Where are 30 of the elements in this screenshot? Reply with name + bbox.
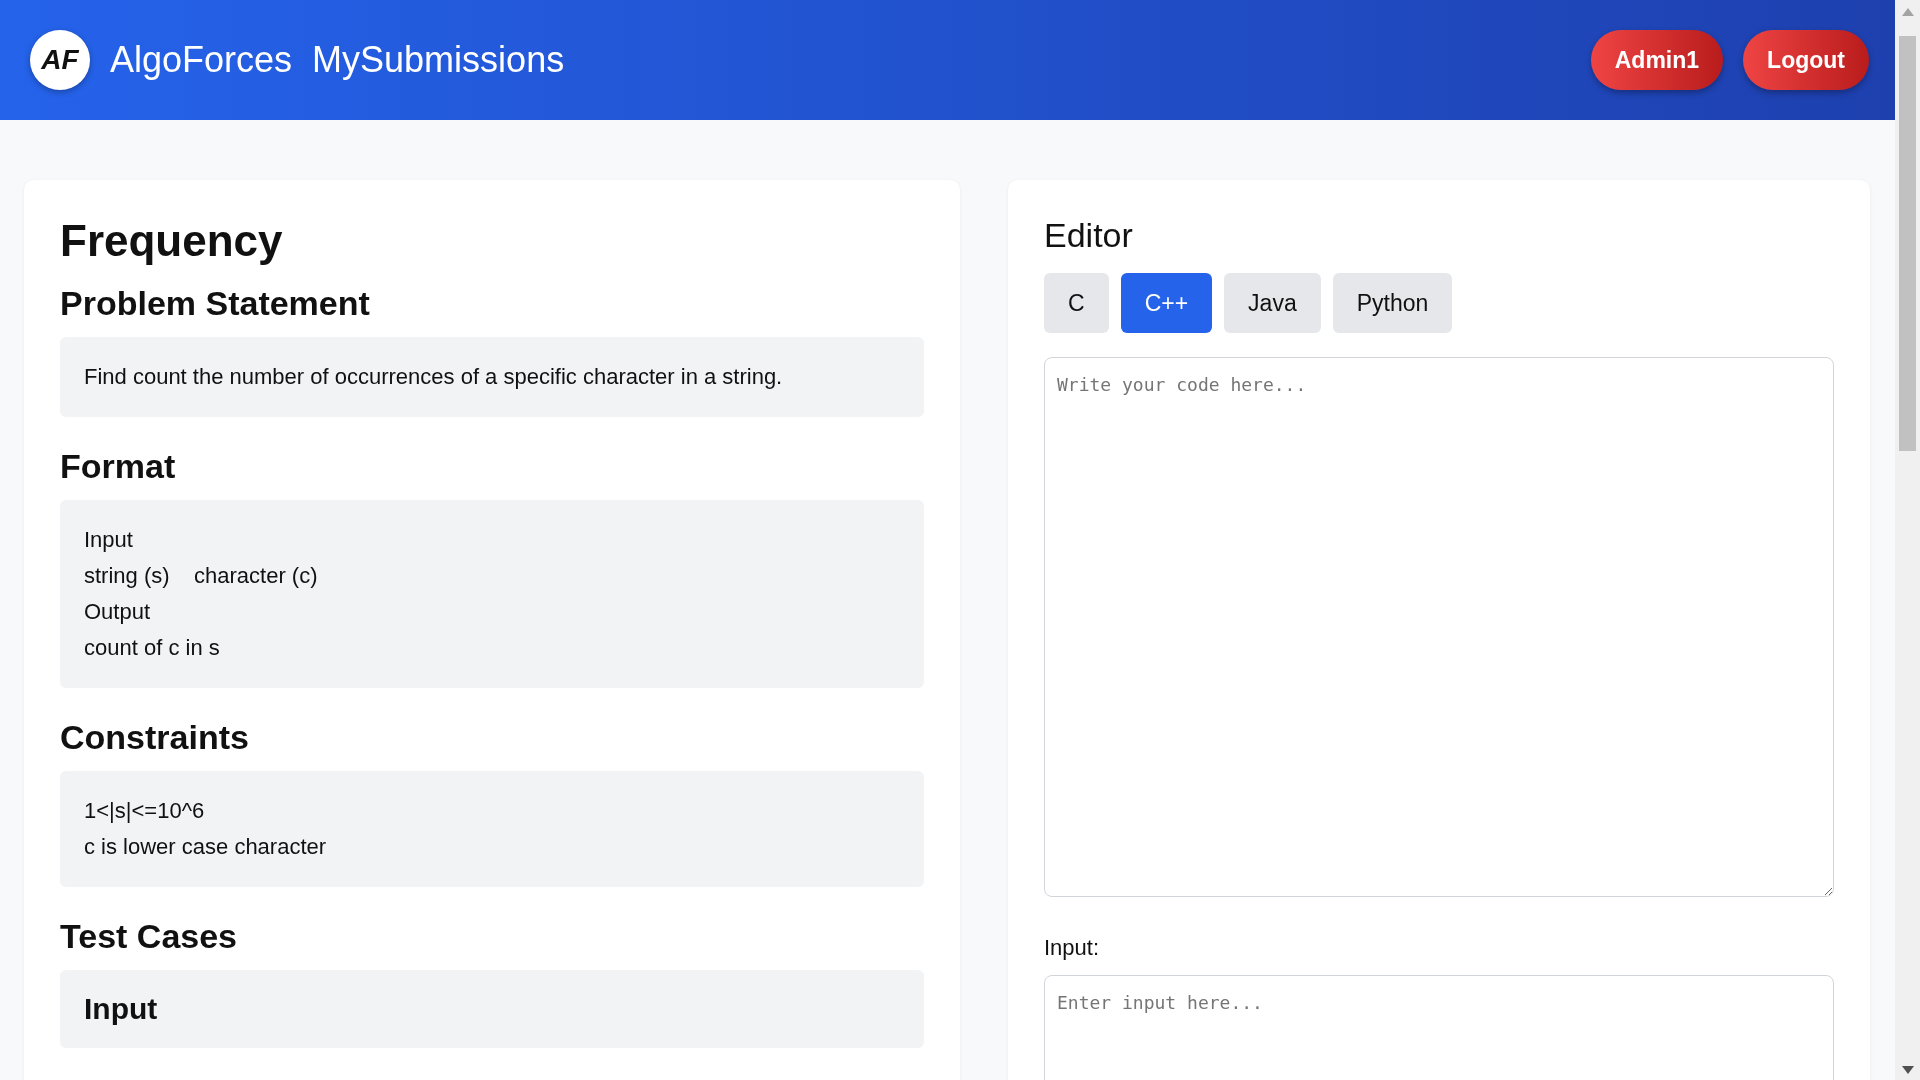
scroll-up-icon[interactable] [1901,8,1914,16]
logout-button[interactable]: Logout [1743,30,1869,90]
section-heading: Test Cases [60,917,239,956]
brand-name: AlgoForces [110,39,293,81]
code-editor[interactable]: Write your code here... [1044,357,1834,897]
section-heading: Constraints [60,718,250,757]
editor-title: Editor [1044,216,1134,255]
scrollbar[interactable] [1895,0,1920,1080]
section-text: string (s) character (c) [84,562,319,590]
language-tab[interactable]: Java [1224,273,1321,333]
section-heading: Format [60,447,177,486]
section-text: Find count the number of occurrences of a specific character in a string. [84,363,784,391]
scrollbar-thumb[interactable] [1899,36,1916,451]
scroll-down-icon[interactable] [1901,1066,1914,1074]
language-tab[interactable]: Python [1332,273,1453,333]
section-text: count of c in s [84,634,221,662]
section-heading: Problem Statement [60,284,371,323]
input-field[interactable]: Enter input here... [1044,975,1834,1080]
language-tab[interactable]: C [1044,273,1109,333]
section-text: 1<|s|<=10^6 [84,797,206,825]
problem-title: Frequency [60,216,284,266]
section-text: Input [84,526,134,554]
input-label: Input: [1044,935,1101,961]
logo[interactable]: AF [30,30,90,90]
subsection-heading: Input [84,992,159,1026]
language-tab[interactable]: C++ [1120,273,1213,333]
nav-link[interactable]: MySubmissions [312,39,565,81]
user-button[interactable]: Admin1 [1590,30,1724,90]
section-text: c is lower case character [84,833,328,861]
section-text: Output [84,598,152,626]
